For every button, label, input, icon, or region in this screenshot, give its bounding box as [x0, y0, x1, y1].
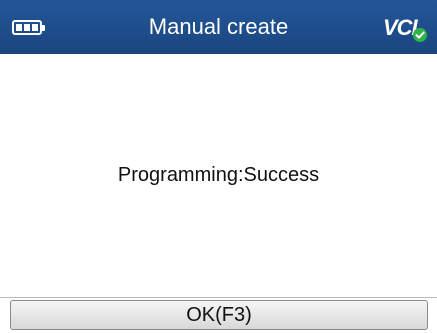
vci-connected-icon: VCI [383, 12, 427, 42]
vci-logo-text: VCI [383, 15, 418, 40]
status-message: Programming:Success [117, 164, 320, 186]
device-screen: Manual create VCI Programming:Success OK… [0, 0, 437, 333]
ok-button[interactable]: OK(F3) [10, 300, 428, 330]
footer-divider [0, 297, 437, 298]
check-icon [413, 28, 427, 42]
content-area: Programming:Success [8, 54, 429, 297]
page-title: Manual create [148, 14, 289, 39]
title-bar: Manual create VCI [0, 0, 437, 54]
